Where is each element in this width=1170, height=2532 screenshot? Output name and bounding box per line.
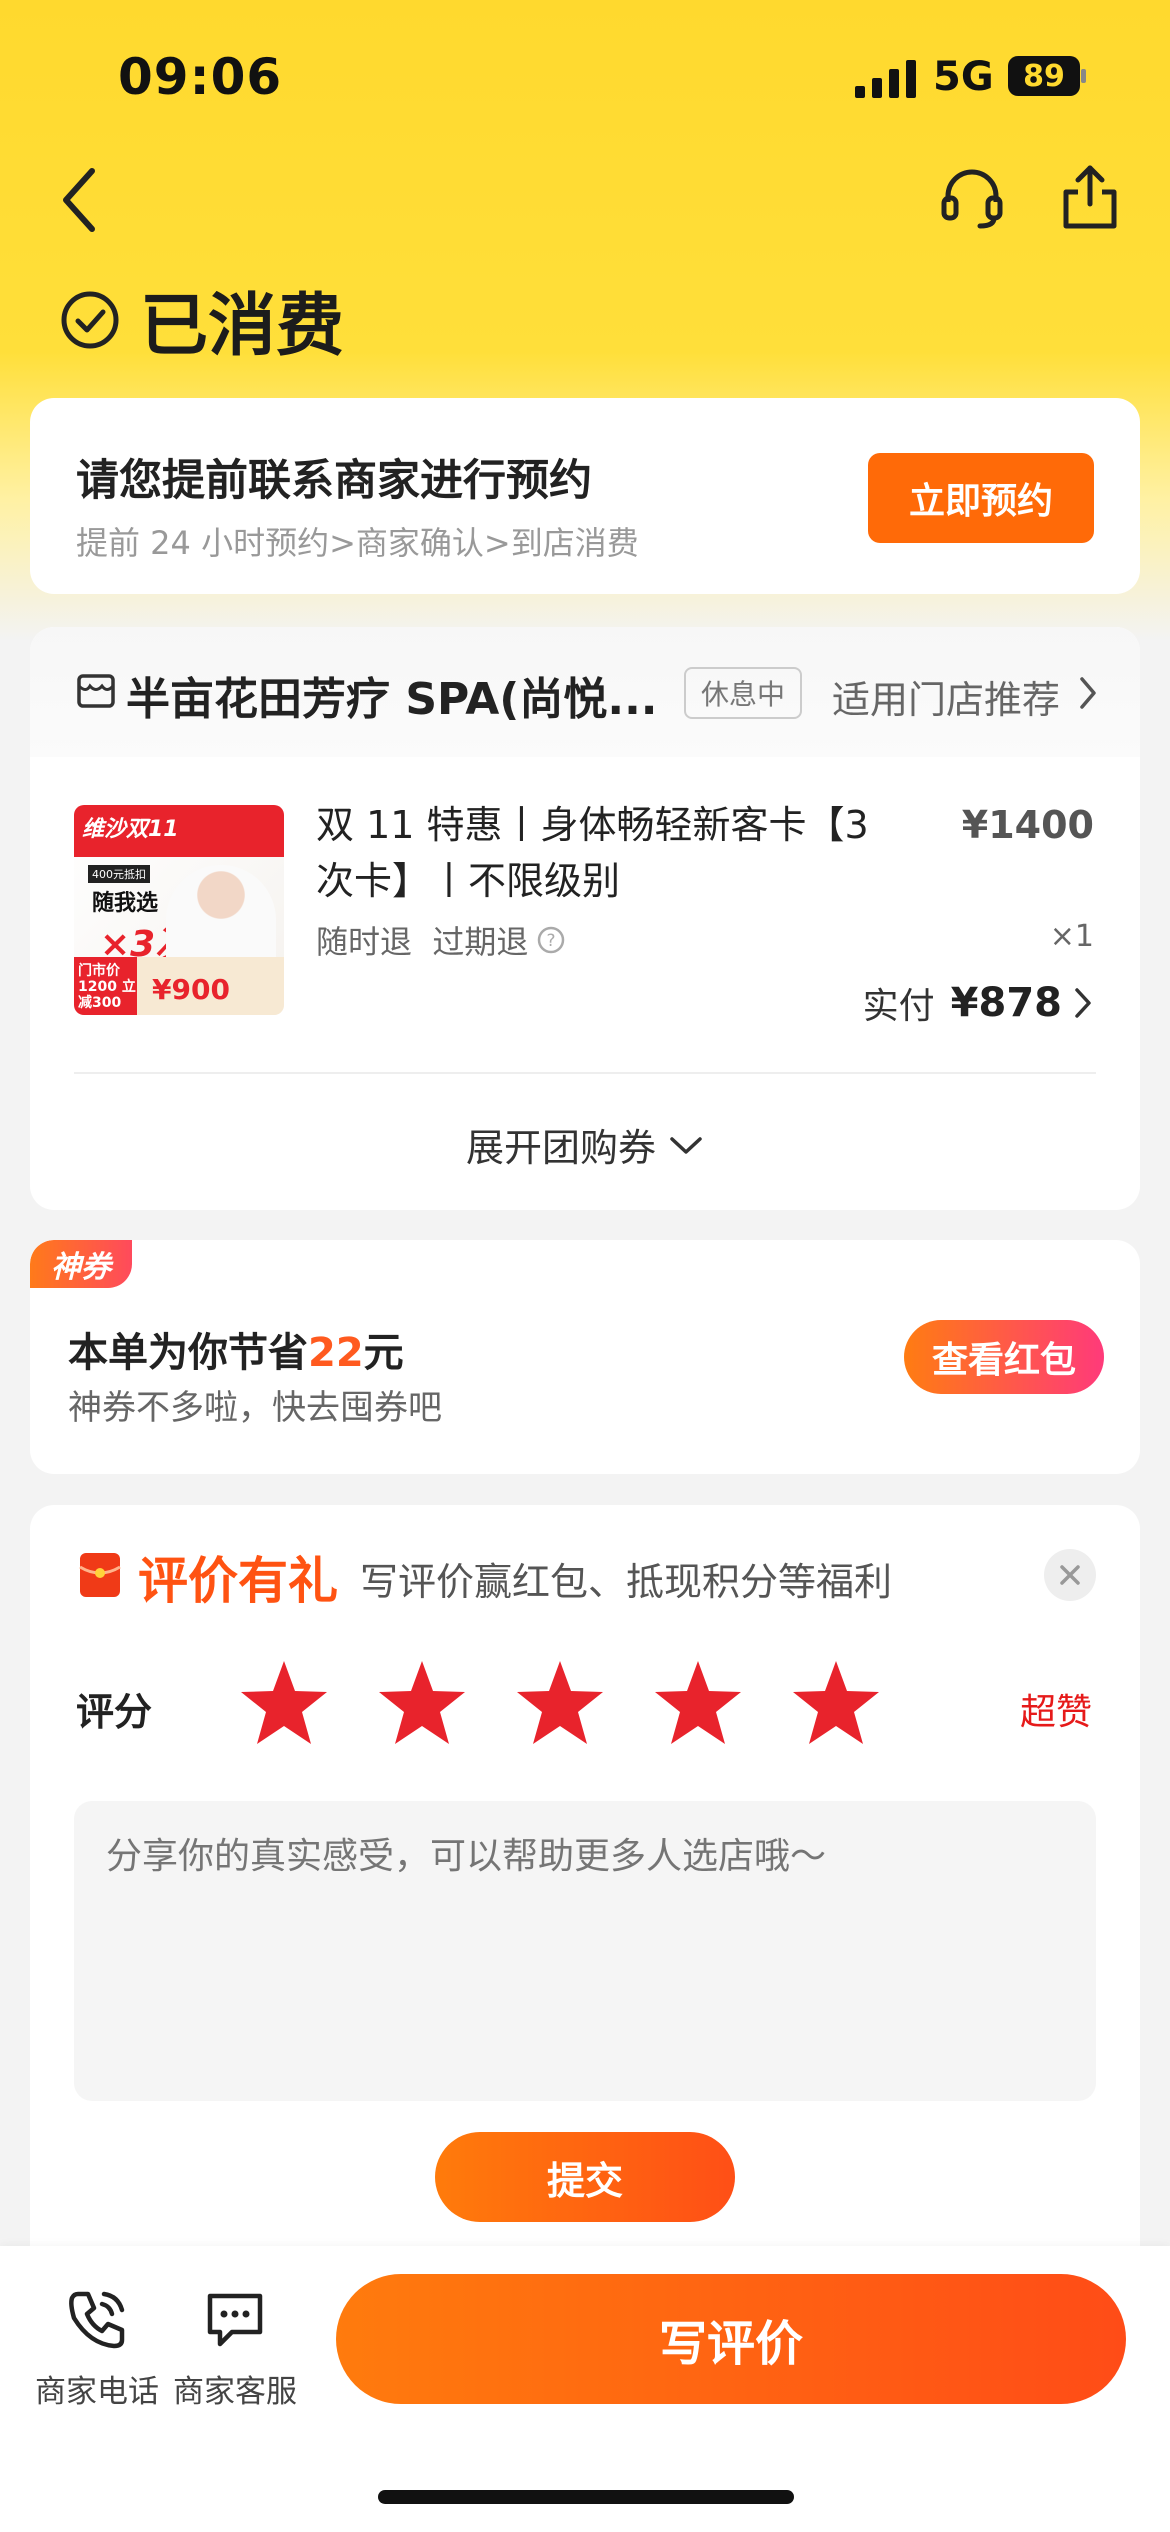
close-button[interactable] bbox=[1044, 1549, 1096, 1601]
paid-label: 实付 bbox=[862, 986, 935, 1027]
view-red-packet-button[interactable]: 查看红包 bbox=[904, 1320, 1104, 1394]
store-recommend-link[interactable]: 适用门店推荐 bbox=[832, 669, 1060, 724]
close-icon bbox=[1060, 1565, 1080, 1585]
merchant-phone-button[interactable]: 商家电话 bbox=[32, 2286, 162, 2411]
chevron-right-icon bbox=[1080, 677, 1096, 709]
red-packet-icon bbox=[79, 1553, 121, 1597]
thumb-price-right: ¥900 bbox=[152, 973, 230, 1006]
savings-text: 本单为你节省22元 bbox=[68, 1320, 404, 1378]
review-subtitle: 写评价赢红包、抵现积分等福利 bbox=[360, 1560, 893, 1604]
phone-icon bbox=[69, 2291, 125, 2349]
star-icon[interactable] bbox=[376, 1659, 468, 1747]
chat-icon bbox=[207, 2293, 263, 2347]
thumb-brand: 维沙双11 bbox=[82, 817, 179, 842]
reserve-button[interactable]: 立即预约 bbox=[868, 453, 1094, 543]
order-card: 半亩花田芳疗 SPA(尚悦... 休息中 适用门店推荐 维沙双11 400元抵扣… bbox=[30, 627, 1140, 1210]
signal-icon bbox=[855, 60, 916, 98]
merchant-service-label: 商家客服 bbox=[173, 2374, 297, 2410]
status-title: 已消费 bbox=[140, 287, 345, 366]
back-icon[interactable] bbox=[56, 165, 106, 235]
merchant-phone-label: 商家电话 bbox=[35, 2374, 159, 2410]
paid-amount: ¥878 bbox=[950, 980, 1062, 1026]
star-icon[interactable] bbox=[514, 1659, 606, 1747]
coupon-badge: 神券 bbox=[30, 1240, 132, 1288]
divider bbox=[74, 1072, 1096, 1074]
item-price: ¥1400 bbox=[961, 803, 1094, 847]
coupon-card: 神券 本单为你节省22元 神券不多啦，快去囤券吧 查看红包 bbox=[30, 1240, 1140, 1474]
paid-row[interactable]: 实付 ¥878 bbox=[863, 977, 1094, 1029]
chevron-right-icon bbox=[1075, 988, 1091, 1018]
network-type: 5G bbox=[933, 54, 994, 100]
expand-label: 展开团购券 bbox=[465, 1126, 656, 1170]
help-icon[interactable]: ? bbox=[536, 925, 566, 955]
expand-coupons-button[interactable]: 展开团购券 bbox=[30, 1117, 1140, 1172]
svg-text:?: ? bbox=[547, 931, 556, 951]
chevron-down-icon bbox=[670, 1136, 702, 1154]
coupon-subtitle: 神券不多啦，快去囤券吧 bbox=[68, 1388, 442, 1428]
refund-tags: 随时退 过期退 ? bbox=[316, 917, 566, 963]
booking-title: 请您提前联系商家进行预约 bbox=[76, 456, 592, 506]
thumb-price-left: 门市价1200 立减300 bbox=[78, 963, 136, 1011]
booking-subtitle: 提前 24 小时预约>商家确认>到店消费 bbox=[76, 524, 639, 562]
thumb-label-mid: 随我选 bbox=[92, 891, 159, 916]
headset-icon[interactable] bbox=[940, 166, 1004, 230]
status-time: 09:06 bbox=[118, 48, 283, 106]
share-icon[interactable] bbox=[1058, 164, 1122, 230]
check-circle-icon bbox=[61, 291, 119, 348]
refund-tags-text: 随时退 过期退 bbox=[316, 923, 529, 961]
write-review-button[interactable]: 写评价 bbox=[336, 2274, 1126, 2404]
star-icon[interactable] bbox=[238, 1659, 330, 1747]
score-label: 评分 bbox=[76, 1690, 153, 1734]
review-card: 评价有礼 写评价赢红包、抵现积分等福利 评分 超赞 提交 bbox=[30, 1505, 1140, 2305]
thumb-label-top: 400元抵扣 bbox=[88, 865, 150, 883]
rating-text: 超赞 bbox=[1019, 1692, 1092, 1733]
product-thumbnail[interactable]: 维沙双11 400元抵扣 随我选 ×3次 门市价1200 立减300 ¥900 bbox=[74, 805, 284, 1015]
battery-level: 89 bbox=[1023, 58, 1065, 94]
review-title: 评价有礼 bbox=[138, 1552, 338, 1610]
star-icon[interactable] bbox=[790, 1659, 882, 1747]
battery-icon: 89 bbox=[1008, 56, 1088, 96]
home-indicator bbox=[378, 2490, 794, 2504]
item-quantity: ×1 bbox=[1049, 919, 1094, 954]
star-icon[interactable] bbox=[652, 1659, 744, 1747]
booking-card: 请您提前联系商家进行预约 提前 24 小时预约>商家确认>到店消费 立即预约 bbox=[30, 398, 1140, 594]
shop-row[interactable]: 半亩花田芳疗 SPA(尚悦... 休息中 适用门店推荐 bbox=[30, 627, 1140, 757]
savings-suffix: 元 bbox=[363, 1330, 404, 1376]
shop-name[interactable]: 半亩花田芳疗 SPA(尚悦... bbox=[126, 663, 658, 727]
review-textarea[interactable] bbox=[74, 1801, 1096, 2101]
savings-amount: 22 bbox=[308, 1330, 364, 1376]
shop-status-badge: 休息中 bbox=[684, 667, 802, 719]
shop-icon bbox=[77, 674, 115, 708]
order-status: 已消费 bbox=[60, 270, 344, 369]
submit-button[interactable]: 提交 bbox=[435, 2132, 735, 2222]
savings-prefix: 本单为你节省 bbox=[68, 1330, 308, 1376]
merchant-service-button[interactable]: 商家客服 bbox=[170, 2286, 300, 2411]
item-title[interactable]: 双 11 特惠丨身体畅轻新客卡【3 次卡】丨不限级别 bbox=[316, 797, 916, 909]
